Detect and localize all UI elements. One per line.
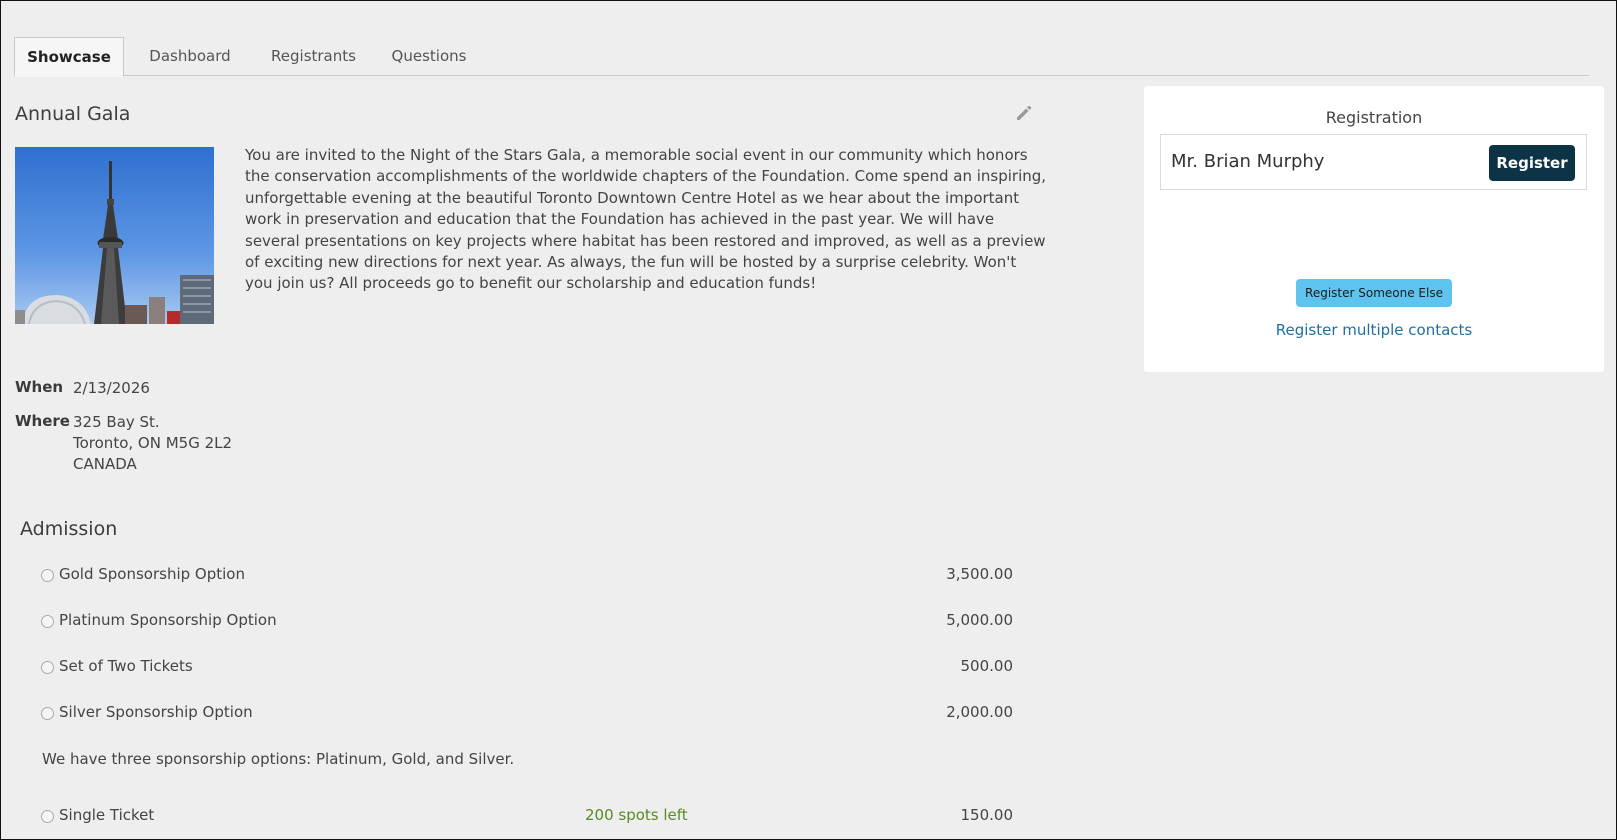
registrant-name: Mr. Brian Murphy [1171,151,1325,172]
option-label[interactable]: Gold Sponsorship Option [59,565,245,583]
when-label: When [15,378,64,396]
tab-showcase[interactable]: Showcase [14,37,124,77]
address-line-2: Toronto, ON M5G 2L2 [73,434,233,452]
event-title: Annual Gala [15,103,131,125]
option-label[interactable]: Silver Sponsorship Option [59,703,253,721]
tab-registrants[interactable]: Registrants [251,37,376,75]
where-address: 325 Bay St. Toronto, ON M5G 2L2 CANADA [73,412,232,475]
registrant-row: Mr. Brian Murphy Register [1160,134,1587,190]
where-label: Where [15,412,70,430]
spots-left-badge: 200 spots left [585,806,688,824]
address-line-1: 325 Bay St. [73,413,160,431]
option-price: 2,000.00 [946,703,1013,721]
event-photo [15,147,214,324]
tab-questions[interactable]: Questions [379,37,479,75]
option-label[interactable]: Platinum Sponsorship Option [59,611,277,629]
tab-bar: Showcase Dashboard Registrants Questions [14,37,1589,77]
admission-option[interactable]: Silver Sponsorship Option 2,000.00 [41,703,1013,727]
sponsorship-note: We have three sponsorship options: Plati… [42,750,515,768]
register-someone-else-button[interactable]: Register Someone Else [1296,279,1452,307]
registration-panel: Registration Mr. Brian Murphy Register R… [1144,86,1604,372]
admission-option-single-ticket[interactable]: Single Ticket 200 spots left 150.00 [41,806,1013,830]
registration-title: Registration [1325,108,1423,127]
radio-button[interactable] [41,661,54,674]
radio-button[interactable] [41,615,54,628]
admission-option[interactable]: Gold Sponsorship Option 3,500.00 [41,565,1013,589]
option-price: 500.00 [960,657,1014,675]
register-button[interactable]: Register [1489,145,1575,181]
option-price: 5,000.00 [946,611,1013,629]
pencil-icon[interactable] [1014,103,1034,123]
register-multiple-contacts-link[interactable]: Register multiple contacts [1144,321,1604,339]
admission-option[interactable]: Platinum Sponsorship Option 5,000.00 [41,611,1013,635]
admission-title: Admission [20,518,118,540]
event-description: You are invited to the Night of the Star… [245,146,1047,293]
radio-button[interactable] [41,810,54,823]
when-value: 2/13/2026 [73,379,150,397]
option-label[interactable]: Single Ticket [59,806,154,824]
address-line-3: CANADA [73,455,137,473]
option-price: 150.00 [960,806,1014,824]
tab-dashboard[interactable]: Dashboard [136,37,244,75]
option-label[interactable]: Set of Two Tickets [59,657,193,675]
radio-button[interactable] [41,569,54,582]
option-price: 3,500.00 [946,565,1013,583]
admission-option[interactable]: Set of Two Tickets 500.00 [41,657,1013,681]
radio-button[interactable] [41,707,54,720]
